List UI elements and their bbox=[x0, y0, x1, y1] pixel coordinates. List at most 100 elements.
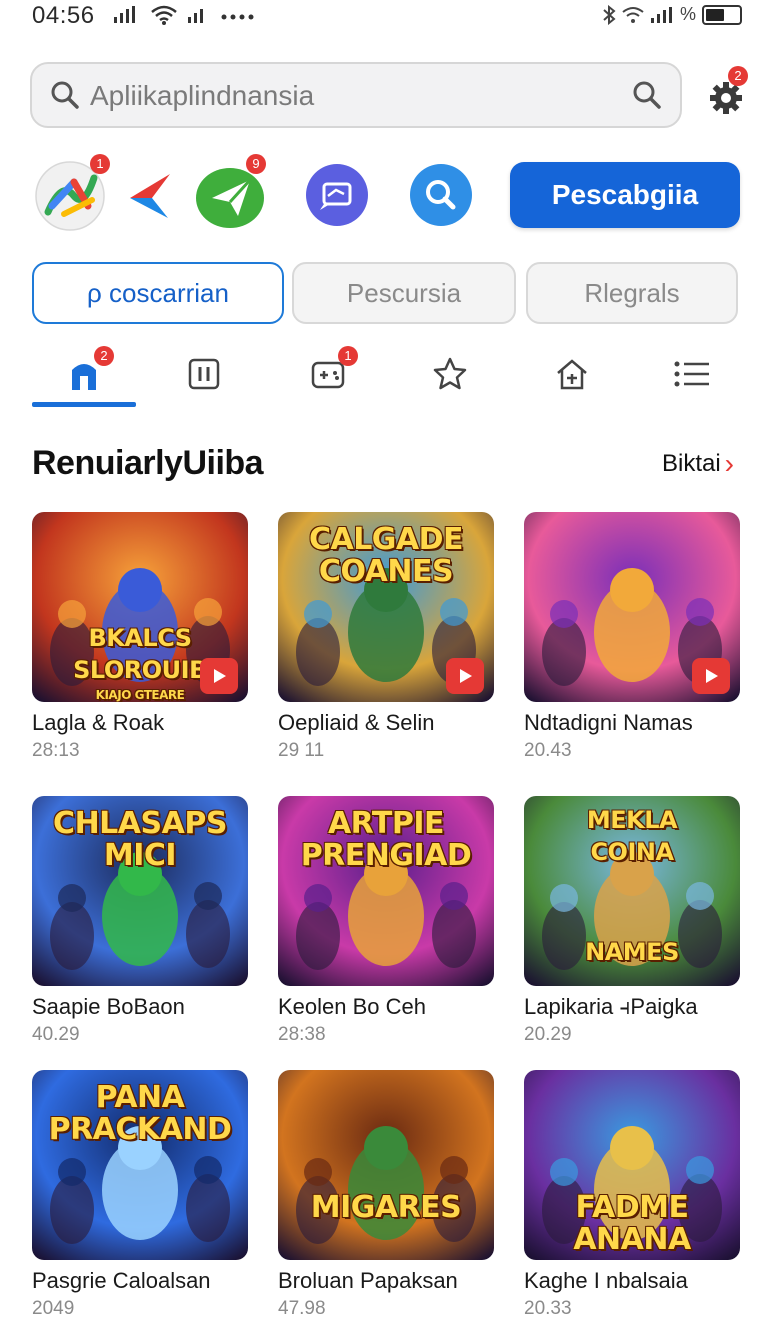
notification-badge: 1 bbox=[338, 346, 358, 366]
filter-chip[interactable]: Pescursia bbox=[292, 262, 516, 324]
search-input[interactable] bbox=[90, 78, 610, 114]
play-icon[interactable] bbox=[200, 658, 238, 694]
game-art-title: PANA bbox=[95, 1080, 185, 1115]
game-art-title: MEKLA bbox=[586, 806, 678, 834]
active-tab-indicator bbox=[32, 402, 136, 407]
maps-app-icon[interactable]: 1 bbox=[34, 154, 110, 232]
game-card[interactable]: PANA PRACKAND Pasgrie Caloalsan 2049 bbox=[32, 1070, 248, 1320]
primary-action-button[interactable]: Pescabgiia bbox=[510, 162, 740, 228]
game-subtitle: 20.33 bbox=[524, 1298, 572, 1319]
game-card[interactable]: ARTPIE PRENGIAD Keolen Bo Ceh 28:38 bbox=[278, 796, 494, 1046]
game-title: Oepliaid & Selin bbox=[278, 710, 435, 735]
game-subtitle: 28:38 bbox=[278, 1024, 326, 1045]
game-card[interactable]: FADME ANANA Kaghe I nbalsaia 20.33 bbox=[524, 1070, 740, 1320]
status-time: 04:56 bbox=[32, 2, 95, 29]
game-title: Saapie BoBaon bbox=[32, 994, 185, 1019]
battery-percent: % bbox=[679, 4, 696, 24]
signal-icon bbox=[650, 6, 672, 23]
game-title: Keolen Bo Ceh bbox=[278, 994, 426, 1019]
game-title: Broluan Papaksan bbox=[278, 1268, 458, 1293]
tab-list[interactable] bbox=[640, 344, 744, 404]
status-right: % bbox=[602, 4, 742, 25]
game-title: Lagla & Roak bbox=[32, 710, 165, 735]
game-thumbnail[interactable]: BKALCS SLOROUIB KIAJO GTEARE bbox=[32, 512, 248, 702]
wifi-icon bbox=[151, 5, 177, 25]
game-art-title: PRENGIAD bbox=[300, 838, 472, 873]
game-title: Ndtadigni Namas bbox=[524, 710, 693, 735]
chevron-right-icon: › bbox=[724, 448, 734, 479]
game-card[interactable]: MEKLA COINA NAMES Lapikaria ⫞Paigka 20.29 bbox=[524, 796, 740, 1046]
game-card[interactable]: Ndtadigni Namas 20.43 bbox=[524, 512, 740, 762]
settings-button[interactable]: 2 bbox=[706, 66, 748, 116]
game-title: Pasgrie Caloalsan bbox=[32, 1268, 211, 1293]
list-icon bbox=[674, 361, 709, 387]
tab-house[interactable] bbox=[520, 344, 624, 404]
game-thumbnail[interactable] bbox=[524, 512, 740, 702]
game-card[interactable]: CHLASAPS MICI Saapie BoBaon 40.29 bbox=[32, 796, 248, 1046]
search-app-icon[interactable] bbox=[408, 162, 474, 228]
search-icon[interactable] bbox=[632, 80, 662, 110]
tab-games[interactable]: 1 bbox=[276, 344, 380, 404]
battery-icon bbox=[702, 4, 742, 25]
game-art-title: COANES bbox=[318, 554, 454, 589]
game-art-title: FADME bbox=[575, 1190, 689, 1225]
see-all-label: Biktai bbox=[661, 450, 721, 477]
game-art-title: COINA bbox=[590, 838, 674, 866]
play-icon[interactable] bbox=[692, 658, 730, 694]
game-thumbnail[interactable]: CALGADE COANES bbox=[278, 512, 494, 702]
more-dots-icon bbox=[221, 14, 254, 20]
notification-badge: 9 bbox=[246, 154, 266, 174]
pause-icon bbox=[188, 358, 220, 390]
status-bar: 04:56 % bbox=[0, 0, 768, 30]
game-thumbnail[interactable]: ARTPIE PRENGIAD bbox=[278, 796, 494, 986]
game-card[interactable]: CALGADE COANES Oepliaid & Selin 29 11 bbox=[278, 512, 494, 762]
search-icon bbox=[51, 81, 79, 109]
game-subtitle: 20.43 bbox=[524, 740, 572, 761]
game-subtitle: 20.29 bbox=[524, 1024, 572, 1045]
game-subtitle: 29 11 bbox=[278, 740, 325, 761]
notification-badge: 2 bbox=[94, 346, 114, 366]
signal-icon bbox=[188, 9, 203, 23]
game-subtitle: 40.29 bbox=[32, 1024, 80, 1045]
tab-favorites[interactable] bbox=[398, 344, 502, 404]
filter-chip[interactable]: Rlegrals bbox=[526, 262, 738, 324]
game-title: Lapikaria ⫞Paigka bbox=[524, 994, 698, 1019]
game-card[interactable]: BKALCS SLOROUIB KIAJO GTEARE Lagla & Roak 28… bbox=[32, 512, 248, 762]
house-icon bbox=[557, 359, 587, 390]
game-art-title: ARTPIE bbox=[327, 806, 445, 841]
star-icon bbox=[433, 357, 467, 390]
game-art-title: NAMES bbox=[585, 938, 679, 966]
game-art-title: ANANA bbox=[573, 1222, 691, 1257]
tab-home[interactable]: 2 bbox=[32, 344, 136, 404]
game-thumbnail[interactable]: FADME ANANA bbox=[524, 1070, 740, 1260]
game-thumbnail[interactable]: MIGARES bbox=[278, 1070, 494, 1260]
messages-app-icon[interactable] bbox=[304, 162, 370, 228]
game-subtitle: 47.98 bbox=[278, 1298, 326, 1319]
game-subtitle: 28:13 bbox=[32, 740, 80, 761]
game-art-title: CHLASAPS bbox=[53, 806, 227, 841]
arrow-app-icon[interactable] bbox=[122, 164, 190, 232]
search-bar[interactable] bbox=[30, 62, 682, 128]
game-thumbnail[interactable]: MEKLA COINA NAMES bbox=[524, 796, 740, 986]
see-all-link[interactable]: Biktai › bbox=[662, 448, 734, 480]
game-art-title: MIGARES bbox=[310, 1190, 462, 1225]
game-art-title: PRACKAND bbox=[48, 1112, 232, 1147]
game-thumbnail[interactable]: CHLASAPS MICI bbox=[32, 796, 248, 986]
play-icon[interactable] bbox=[446, 658, 484, 694]
send-app-icon[interactable]: 9 bbox=[194, 154, 266, 232]
game-card[interactable]: MIGARES Broluan Papaksan 47.98 bbox=[278, 1070, 494, 1320]
signal-icon bbox=[114, 6, 135, 23]
game-art-title: MICI bbox=[103, 838, 177, 873]
wifi-icon bbox=[622, 6, 644, 23]
game-art-title: BKALCS bbox=[88, 624, 192, 652]
game-subtitle: 2049 bbox=[32, 1298, 75, 1319]
notification-badge: 1 bbox=[90, 154, 110, 174]
section-title: RenuiarlyUiiba bbox=[32, 444, 264, 482]
filter-chip[interactable]: ρ coscarrian bbox=[32, 262, 284, 324]
tab-pause[interactable] bbox=[152, 344, 256, 404]
notification-badge: 2 bbox=[728, 66, 748, 86]
status-left-icons bbox=[112, 4, 254, 26]
game-title: Kaghe I nbalsaia bbox=[524, 1268, 688, 1293]
game-thumbnail[interactable]: PANA PRACKAND bbox=[32, 1070, 248, 1260]
bluetooth-icon bbox=[603, 4, 616, 25]
